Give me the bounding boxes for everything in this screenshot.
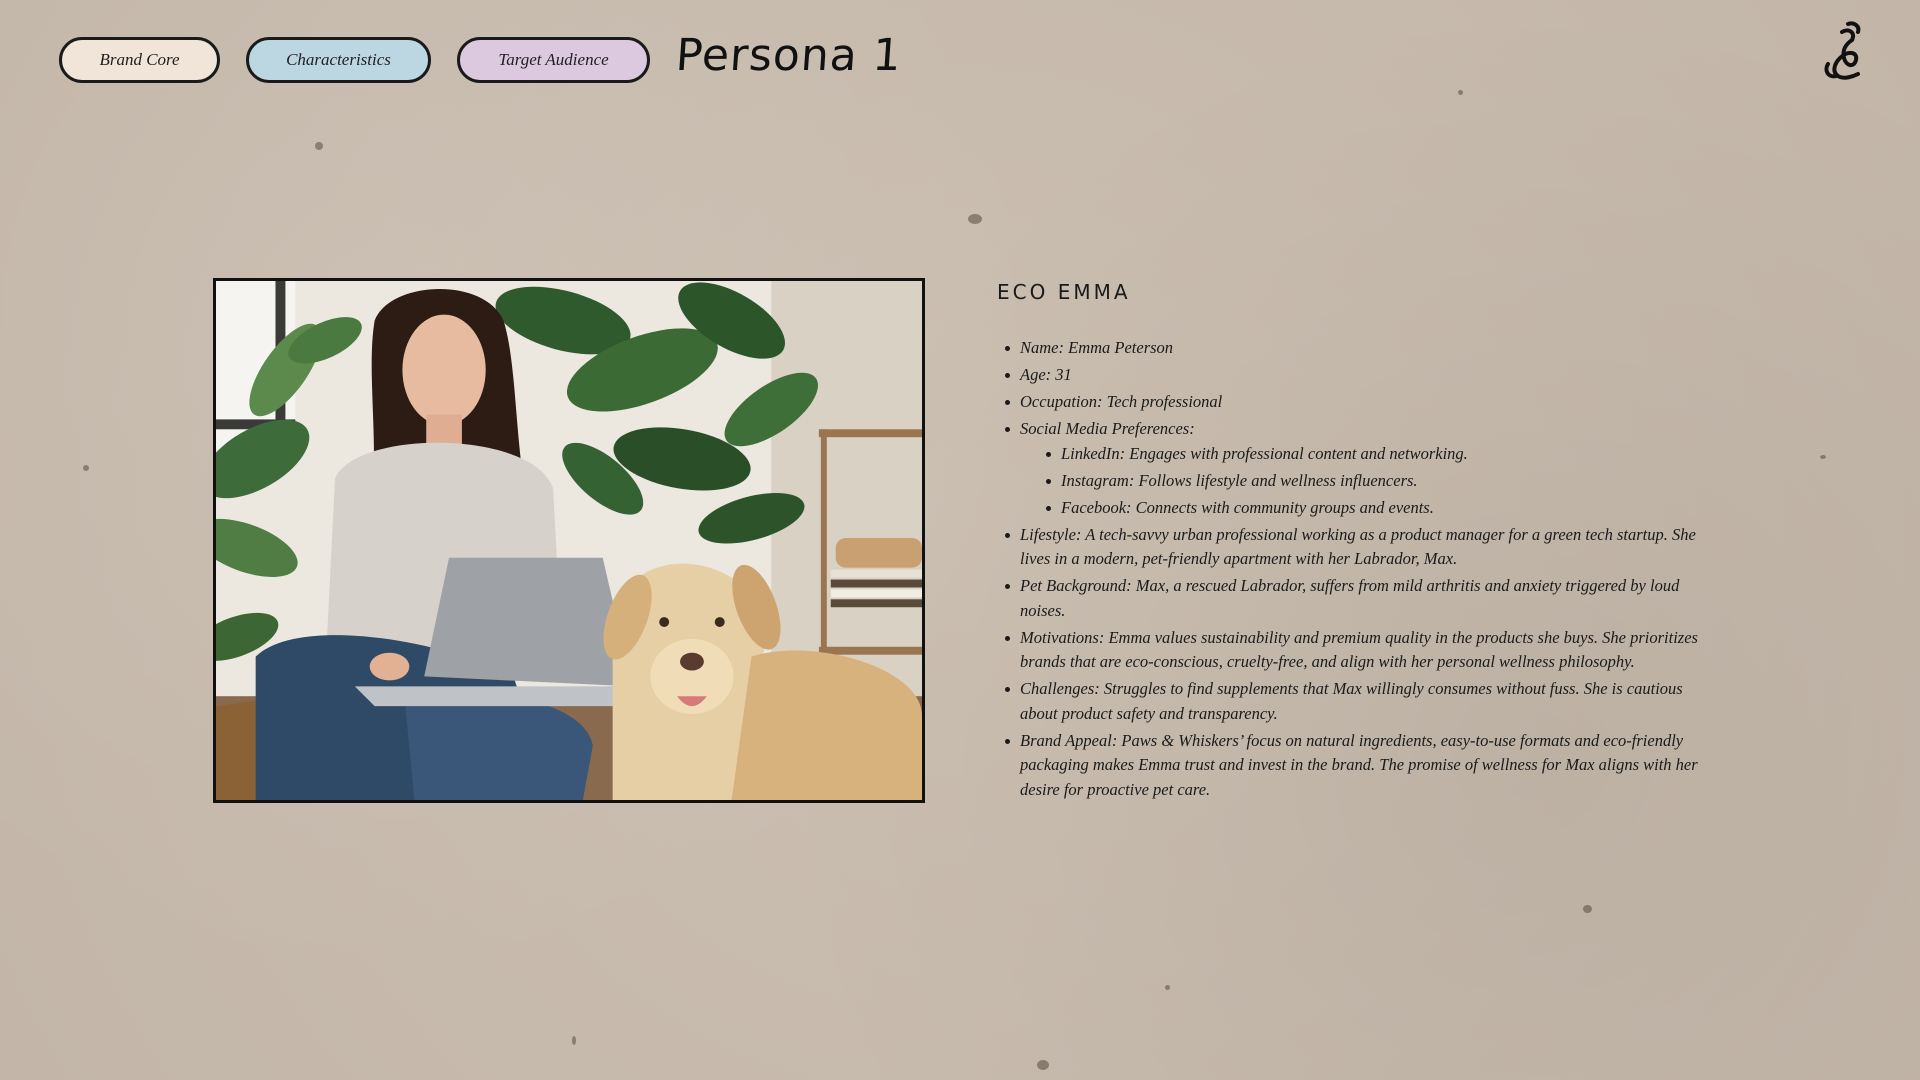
detail-motivations: Motivations: Emma values sustainability …: [1003, 626, 1703, 675]
target-audience-button[interactable]: Target Audience: [457, 37, 650, 83]
detail-name: Name: Emma Peterson: [1003, 336, 1703, 361]
paper-speck: [572, 1036, 576, 1045]
detail-social-media: Social Media Preferences: LinkedIn: Enga…: [1003, 417, 1703, 520]
characteristics-button[interactable]: Characteristics: [246, 37, 431, 83]
social-linkedin: LinkedIn: Engages with professional cont…: [1044, 442, 1703, 467]
social-media-list: LinkedIn: Engages with professional cont…: [1020, 442, 1703, 521]
detail-occupation: Occupation: Tech professional: [1003, 390, 1703, 415]
detail-challenges: Challenges: Struggles to find supplement…: [1003, 677, 1703, 726]
paper-speck: [1583, 905, 1592, 913]
detail-brand-appeal: Brand Appeal: Paws & Whiskers’ focus on …: [1003, 729, 1703, 803]
social-facebook: Facebook: Connects with community groups…: [1044, 496, 1703, 521]
squiggle-logo-icon: [1818, 18, 1864, 84]
paper-speck: [83, 465, 89, 471]
persona-details-list: Name: Emma Peterson Age: 31 Occupation: …: [1003, 336, 1703, 805]
paper-speck: [1458, 90, 1463, 95]
paper-speck: [968, 214, 982, 224]
detail-age: Age: 31: [1003, 363, 1703, 388]
social-instagram: Instagram: Follows lifestyle and wellnes…: [1044, 469, 1703, 494]
brand-core-button[interactable]: Brand Core: [59, 37, 220, 83]
detail-lifestyle: Lifestyle: A tech-savvy urban profession…: [1003, 523, 1703, 572]
persona-photo: [213, 278, 925, 803]
detail-pet-background: Pet Background: Max, a rescued Labrador,…: [1003, 574, 1703, 623]
paper-speck: [1037, 1060, 1049, 1070]
page-title: Persona 1: [674, 30, 904, 81]
persona-heading: ECO EMMA: [997, 280, 1131, 304]
social-media-label: Social Media Preferences:: [1020, 419, 1195, 438]
paper-speck: [1165, 985, 1170, 990]
paper-speck: [315, 142, 323, 150]
paper-speck: [1820, 455, 1826, 459]
